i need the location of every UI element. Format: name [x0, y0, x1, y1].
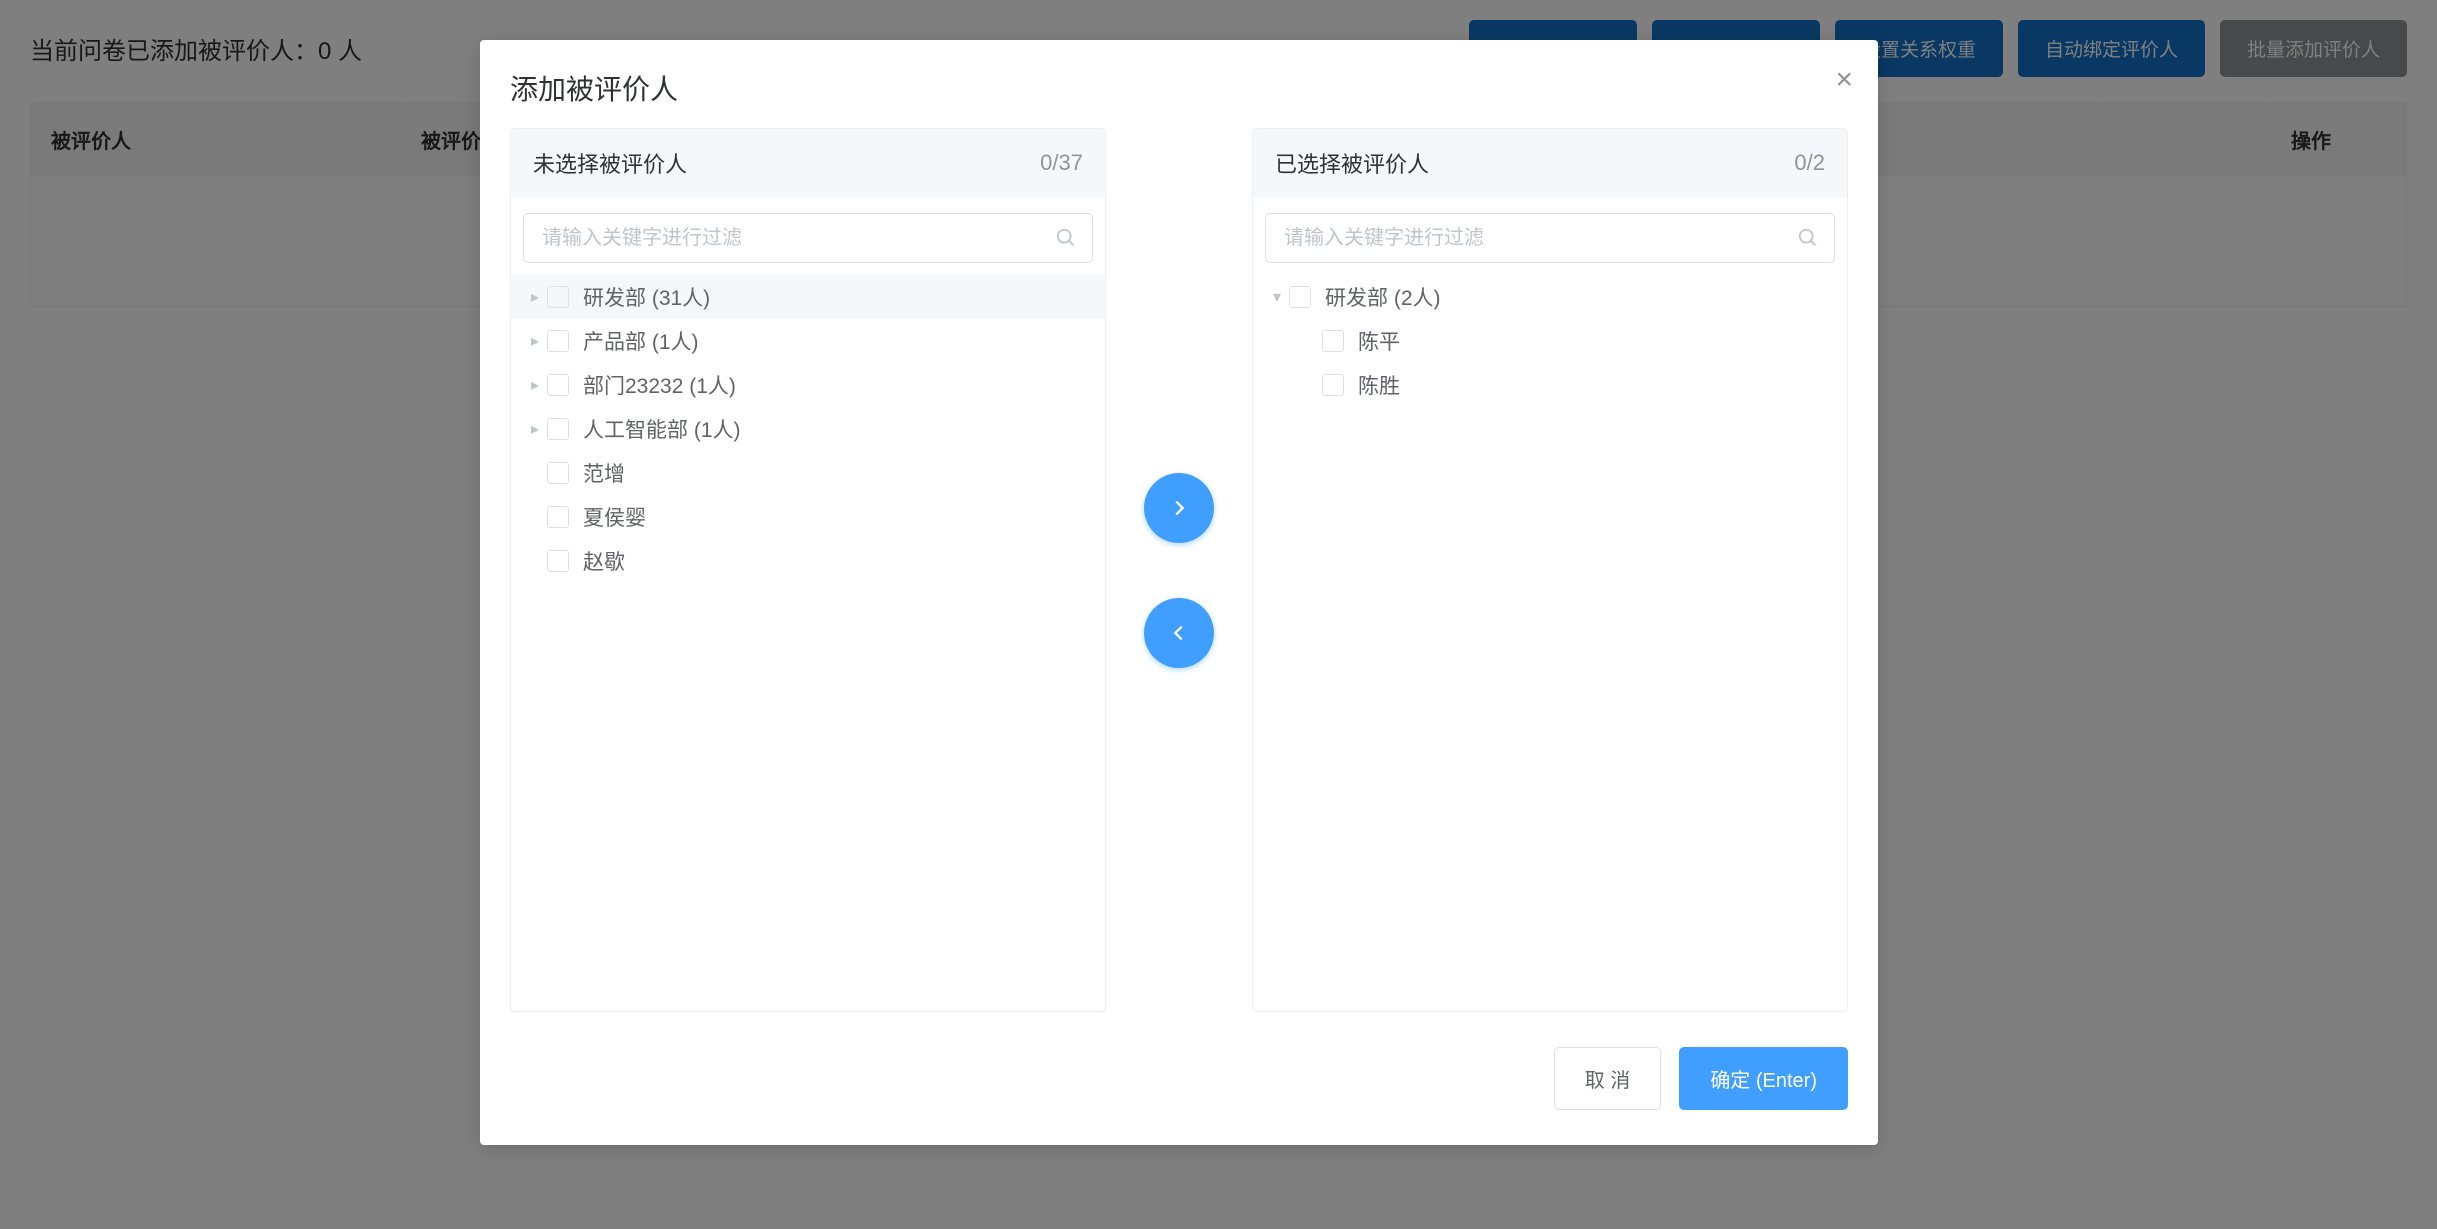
- unselected-tree[interactable]: ▸ 研发部 (31人) ▸ 产品部 (1人) ▸ 部门23232 (1人) ▸ 人工智能部 (…: [511, 271, 1105, 1011]
- tree-node-label: 范增: [583, 458, 625, 488]
- checkbox[interactable]: [547, 462, 569, 484]
- tree-node-label: 陈胜: [1358, 370, 1400, 400]
- unselected-filter: [511, 197, 1105, 271]
- dialog-footer: 取 消 确定 (Enter): [480, 1022, 1878, 1145]
- checkbox[interactable]: [547, 550, 569, 572]
- tree-node-label: 陈平: [1358, 326, 1400, 356]
- tree-node[interactable]: ▸陈平: [1253, 319, 1847, 363]
- confirm-button[interactable]: 确定 (Enter): [1679, 1047, 1848, 1110]
- tree-node[interactable]: ▸ 部门23232 (1人): [511, 363, 1105, 407]
- dialog-body: 未选择被评价人 0/37 ▸ 研发部 (31人) ▸ 产品部 (1人) ▸ 部门23232…: [480, 128, 1878, 1022]
- add-evaluee-dialog: 添加被评价人 × 未选择被评价人 0/37 ▸研发部 (31: [480, 40, 1878, 1145]
- chevron-right-icon[interactable]: ▸: [523, 419, 547, 439]
- tree-node-label: 研发部 (31人): [583, 282, 710, 312]
- tree-node[interactable]: ▾ 研发部 (2人): [1253, 275, 1847, 319]
- tree-node-label: 人工智能部 (1人): [583, 414, 741, 444]
- selected-filter: [1253, 197, 1847, 271]
- checkbox[interactable]: [547, 286, 569, 308]
- tree-node[interactable]: ▸夏侯婴: [511, 495, 1105, 539]
- chevron-right-icon[interactable]: ▸: [523, 375, 547, 395]
- unselected-panel: 未选择被评价人 0/37 ▸ 研发部 (31人) ▸ 产品部 (1人) ▸ 部门23232…: [510, 128, 1106, 1012]
- close-icon[interactable]: ×: [1835, 65, 1853, 95]
- unselected-title: 未选择被评价人: [533, 147, 687, 179]
- unselected-filter-input[interactable]: [523, 213, 1093, 263]
- tree-node[interactable]: ▸ 人工智能部 (1人): [511, 407, 1105, 451]
- checkbox[interactable]: [547, 374, 569, 396]
- chevron-right-icon[interactable]: ▸: [523, 287, 547, 307]
- tree-node[interactable]: ▸陈胜: [1253, 363, 1847, 407]
- tree-node-label: 产品部 (1人): [583, 326, 699, 356]
- checkbox[interactable]: [1322, 374, 1344, 396]
- tree-node[interactable]: ▸ 研发部 (31人): [511, 275, 1105, 319]
- checkbox[interactable]: [1289, 286, 1311, 308]
- tree-node[interactable]: ▸赵歇: [511, 539, 1105, 583]
- unselected-count: 0/37: [1040, 150, 1083, 176]
- checkbox[interactable]: [547, 330, 569, 352]
- tree-node-label: 夏侯婴: [583, 502, 646, 532]
- selected-panel: 已选择被评价人 0/2 ▾ 研发部 (2人) ▸陈平▸陈胜: [1252, 128, 1848, 1012]
- dialog-title: 添加被评价人: [510, 68, 1848, 108]
- checkbox[interactable]: [547, 506, 569, 528]
- chevron-right-icon[interactable]: ▸: [523, 331, 547, 351]
- checkbox[interactable]: [1322, 330, 1344, 352]
- selected-tree[interactable]: ▾ 研发部 (2人) ▸陈平▸陈胜: [1253, 271, 1847, 1011]
- cancel-button[interactable]: 取 消: [1554, 1047, 1662, 1110]
- tree-node[interactable]: ▸范增: [511, 451, 1105, 495]
- tree-node-label: 赵歇: [583, 546, 625, 576]
- dialog-header: 添加被评价人 ×: [480, 40, 1878, 128]
- tree-node[interactable]: ▸ 产品部 (1人): [511, 319, 1105, 363]
- chevron-down-icon[interactable]: ▾: [1265, 287, 1289, 307]
- selected-filter-input[interactable]: [1265, 213, 1835, 263]
- move-right-button[interactable]: [1144, 473, 1214, 543]
- checkbox[interactable]: [547, 418, 569, 440]
- move-left-button[interactable]: [1144, 598, 1214, 668]
- selected-title: 已选择被评价人: [1275, 147, 1429, 179]
- unselected-header: 未选择被评价人 0/37: [511, 129, 1105, 197]
- tree-node-label: 部门23232 (1人): [583, 370, 736, 400]
- selected-header: 已选择被评价人 0/2: [1253, 129, 1847, 197]
- tree-node-label: 研发部 (2人): [1325, 282, 1441, 312]
- selected-count: 0/2: [1794, 150, 1825, 176]
- transfer: 未选择被评价人 0/37 ▸ 研发部 (31人) ▸ 产品部 (1人) ▸ 部门23232…: [510, 128, 1848, 1012]
- transfer-buttons: [1126, 473, 1232, 668]
